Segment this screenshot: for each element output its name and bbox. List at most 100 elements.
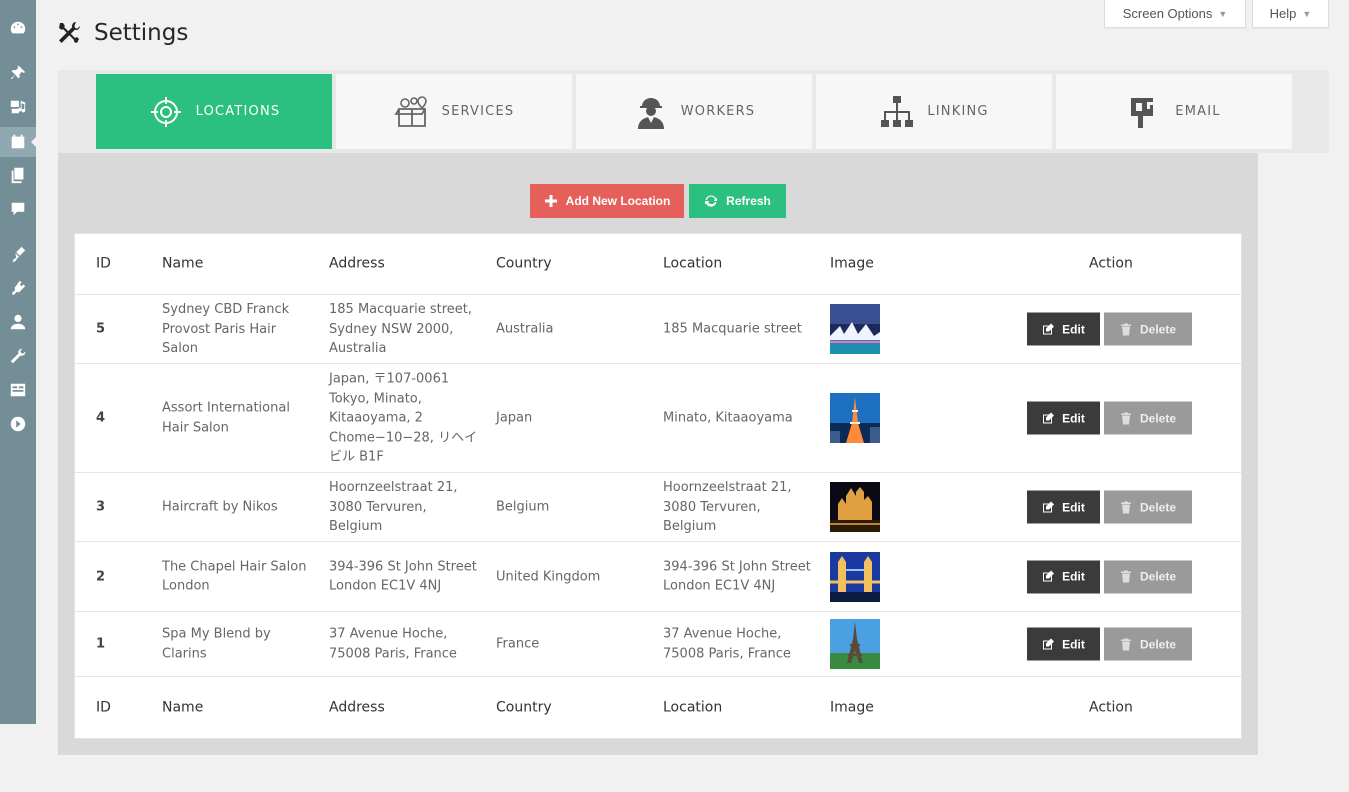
tab-services[interactable]: SERVICES [336,74,572,149]
row-name: Sydney CBD Franck Provost Paris Hair Sal… [162,301,290,356]
refresh-label: Refresh [726,194,771,208]
caret-down-icon: ▼ [1218,8,1228,19]
hierarchy-icon [881,95,914,127]
tab-label: LINKING [927,104,989,119]
row-location: Hoornzeelstraat 21, 3080 Tervuren, Belgi… [663,479,792,534]
help-label: Help [1269,6,1297,21]
table-row: 5 Sydney CBD Franck Provost Paris Hair S… [75,295,1241,364]
edit-label: Edit [1062,500,1085,514]
row-address: 394-396 St John Street London EC1V 4NJ [329,559,477,594]
appearance-icon[interactable] [0,239,36,269]
sydney-opera-house-photo [830,304,880,354]
delete-button[interactable]: Delete [1104,627,1192,661]
settings-icon[interactable] [0,375,36,405]
delete-button[interactable]: Delete [1104,490,1192,524]
edit-label: Edit [1062,411,1085,425]
delete-label: Delete [1139,500,1177,514]
row-location: 394-396 St John Street London EC1V 4NJ [663,559,811,594]
column-footer: Action [1089,698,1133,715]
delete-label: Delete [1139,411,1177,425]
delete-button[interactable]: Delete [1104,401,1192,435]
refresh-button[interactable]: Refresh [689,184,786,218]
edit-button[interactable]: Edit [1027,627,1100,661]
row-country: Australia [496,321,554,337]
settings-tabs: LOCATIONS SERVICES WORKERS LINKING EMAIL [58,70,1329,153]
plus-icon [544,195,557,207]
delete-label: Delete [1139,569,1177,584]
row-name: Haircraft by Nikos [162,499,278,515]
tab-label: EMAIL [1175,104,1221,119]
tab-label: LOCATIONS [195,104,281,119]
edit-button[interactable]: Edit [1027,560,1100,593]
edit-button[interactable]: Edit [1027,312,1100,346]
eiffel-tower-photo [830,619,880,669]
trash-icon [1120,412,1131,424]
users-icon[interactable] [0,307,36,337]
belgian-castle-photo [830,482,880,532]
row-address: Japan, 〒107-0061 Tokyo, Minato, Kitaaoya… [329,371,478,465]
dashboard-icon[interactable] [0,13,36,43]
row-country: United Kingdom [496,568,601,584]
delete-label: Delete [1139,322,1177,336]
tab-email[interactable]: EMAIL [1056,74,1292,149]
plugins-icon[interactable] [0,273,36,303]
delete-button[interactable]: Delete [1104,312,1192,346]
column-footer: Name [162,698,204,715]
help-button[interactable]: Help ▼ [1252,0,1329,28]
column-footer: ID [96,698,111,715]
locations-table: ID Name Address Country Location Image A… [74,233,1242,739]
table-row: 4 Assort International Hair Salon Japan,… [75,364,1241,473]
tab-linking[interactable]: LINKING [816,74,1052,149]
trash-icon [1120,501,1131,513]
mailbox-icon [1131,97,1156,128]
add-new-location-label: Add New Location [565,194,671,208]
edit-label: Edit [1062,637,1085,651]
row-location: 37 Avenue Hoche, 75008 Paris, France [663,626,791,662]
media-icon[interactable] [0,92,36,122]
tower-bridge-photo [830,551,880,602]
column-footer: Location [663,698,723,715]
edit-icon [1043,323,1055,334]
row-id: 5 [96,321,106,337]
collapse-menu-icon[interactable] [0,409,36,439]
trash-icon [1120,570,1131,583]
column-header: Name [162,255,204,272]
calendar-icon[interactable] [0,127,37,157]
delete-label: Delete [1139,637,1177,651]
row-address: 185 Macquarie street, Sydney NSW 2000, A… [329,301,472,356]
edit-button[interactable]: Edit [1027,490,1100,524]
edit-icon [1043,638,1055,649]
admin-sidebar [0,0,37,724]
edit-label: Edit [1062,569,1085,584]
pages-icon[interactable] [0,160,36,190]
screen-options-label: Screen Options [1122,6,1213,21]
tools-icon[interactable] [0,341,36,371]
column-header: Address [329,255,385,272]
delete-button[interactable]: Delete [1104,560,1192,593]
column-footer: Country [496,698,552,715]
tools-cross-icon [59,22,80,43]
row-location: Minato, Kitaaoyama [663,410,793,426]
add-new-location-button[interactable]: Add New Location [530,184,684,218]
screen-options-button[interactable]: Screen Options ▼ [1104,0,1246,28]
tab-label: WORKERS [680,104,756,119]
row-id: 3 [96,499,106,515]
edit-icon [1043,501,1055,512]
row-name: Spa My Blend by Clarins [162,626,271,662]
comments-icon[interactable] [0,194,36,224]
row-name: The Chapel Hair Salon London [162,559,307,594]
row-country: France [496,636,540,652]
caret-down-icon: ▼ [1302,8,1312,19]
row-id: 2 [96,568,106,584]
trash-icon [1120,323,1131,335]
pin-icon[interactable] [0,58,36,88]
column-header: Action [1089,255,1133,272]
row-country: Japan [496,410,533,426]
page-title: Settings [94,20,189,46]
column-header: Image [830,255,874,272]
table-row: 2 The Chapel Hair Salon London 394-396 S… [75,542,1241,612]
tokyo-tower-photo [830,393,880,443]
tab-locations[interactable]: LOCATIONS [96,74,332,149]
edit-button[interactable]: Edit [1027,401,1100,435]
tab-workers[interactable]: WORKERS [576,74,812,149]
